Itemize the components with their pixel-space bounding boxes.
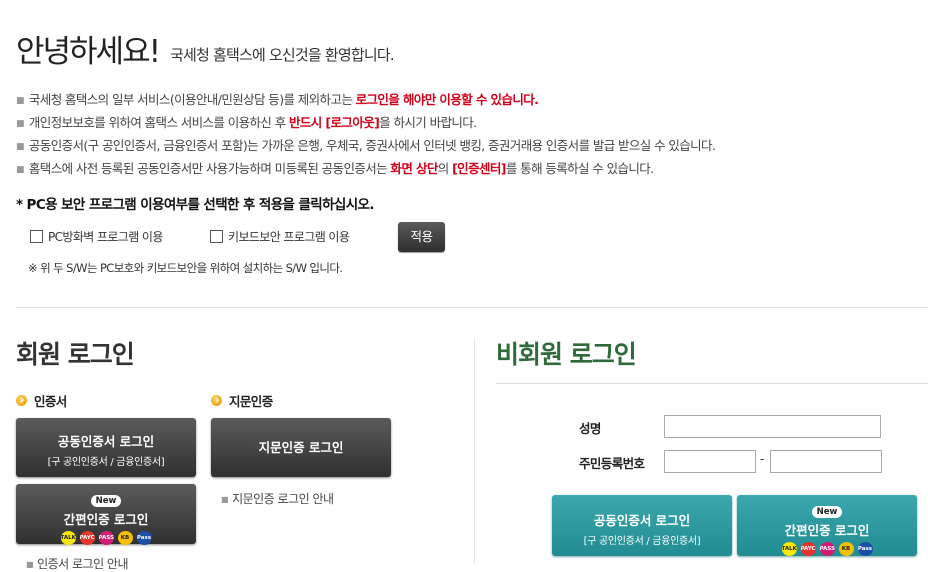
payco-icon: PAYCO xyxy=(79,531,95,545)
kakao-icon: TALK xyxy=(60,531,76,545)
guest-login-title: 비회원 로그인 xyxy=(496,340,637,369)
auth-provider-icons: TALK PAYCO PASS KB Pass xyxy=(16,531,196,545)
rrn-front-input[interactable] xyxy=(664,450,756,473)
pass-icon: PASS xyxy=(819,542,835,556)
new-badge: New xyxy=(90,495,122,507)
column-divider xyxy=(474,338,475,564)
name-label: 성명 xyxy=(579,421,601,436)
rrn-separator: - xyxy=(760,452,765,466)
firewall-checkbox[interactable] xyxy=(30,230,43,243)
security-instruction: * PC용 보안 프로그램 이용여부를 선택한 후 적용을 클릭하십시오. xyxy=(16,197,374,213)
name-input[interactable] xyxy=(664,415,881,438)
bullet-icon: ■ xyxy=(26,560,34,569)
kb-icon: KB xyxy=(117,531,133,545)
security-note: ※ 위 두 S/W는 PC보호와 키보드보안을 위하여 설치하는 S/W 입니다… xyxy=(28,261,343,275)
bullet-icon: ■ xyxy=(16,142,24,152)
page-title: 안녕하세요! xyxy=(16,34,161,70)
guest-cert-login-button[interactable]: 공동인증서 로그인 [구 공인인증서 / 금융인증서] xyxy=(552,495,732,556)
keyboard-security-checkbox[interactable] xyxy=(210,230,223,243)
section-divider xyxy=(16,307,928,308)
member-simple-login-button[interactable]: New 간편인증 로그인 TALK PAYCO PASS KB Pass xyxy=(16,484,196,545)
rrn-label: 주민등록번호 xyxy=(579,456,645,471)
page-subtitle: 국세청 홈택스에 오신것을 환영합니다. xyxy=(170,46,395,64)
notice-item: ■ 홈택스에 사전 등록된 공동인증서만 사용가능하며 미등록된 공동인증서는 화… xyxy=(16,161,654,176)
notice-list: ■ 국세청 홈택스의 일부 서비스(이용안내/민원상담 등)를 제외하고는 로그인… xyxy=(16,88,716,180)
firewall-label: PC방화벽 프로그램 이용 xyxy=(48,230,163,244)
bullet-icon: ■ xyxy=(16,96,24,106)
member-login-title: 회원 로그인 xyxy=(16,340,135,369)
bio-heading: 지문인증 xyxy=(211,391,273,410)
arrow-circle-icon xyxy=(211,395,222,406)
firewall-option[interactable]: PC방화벽 프로그램 이용 xyxy=(30,228,163,245)
kakao-icon: TALK xyxy=(781,542,797,556)
bullet-icon: ■ xyxy=(16,165,24,175)
samsung-pass-icon: Pass xyxy=(136,531,152,545)
keyboard-security-label: 키보드보안 프로그램 이용 xyxy=(228,230,350,244)
arrow-circle-icon xyxy=(16,395,27,406)
kb-icon: KB xyxy=(838,542,854,556)
new-badge: New xyxy=(811,506,843,518)
bio-login-guide-link[interactable]: ■ 지문인증 로그인 안내 xyxy=(221,490,334,507)
member-cert-login-button[interactable]: 공동인증서 로그인 [구 공인인증서 / 금융인증서] xyxy=(16,418,196,477)
guest-simple-login-button[interactable]: New 간편인증 로그인 TALK PAYCO PASS KB Pass xyxy=(737,495,917,556)
auth-provider-icons: TALK PAYCO PASS KB Pass xyxy=(737,542,917,556)
samsung-pass-icon: Pass xyxy=(857,542,873,556)
apply-button[interactable]: 적용 xyxy=(398,222,445,252)
guest-title-underline xyxy=(496,383,928,384)
bullet-icon: ■ xyxy=(16,119,24,129)
keyboard-security-option[interactable]: 키보드보안 프로그램 이용 xyxy=(210,228,350,245)
payco-icon: PAYCO xyxy=(800,542,816,556)
pass-icon: PASS xyxy=(98,531,114,545)
bullet-icon: ■ xyxy=(221,495,229,504)
rrn-back-input[interactable] xyxy=(770,450,882,473)
notice-item: ■ 공동인증서(구 공인인증서, 금융인증서 포함)는 가까운 은행, 우체국, … xyxy=(16,138,716,153)
member-bio-login-button[interactable]: 지문인증 로그인 xyxy=(211,418,391,477)
cert-heading: 인증서 xyxy=(16,391,67,410)
notice-item: ■ 개인정보보호를 위하여 홈택스 서비스를 이용하신 후 반드시 [로그아웃]을… xyxy=(16,115,477,130)
notice-item: ■ 국세청 홈택스의 일부 서비스(이용안내/민원상담 등)를 제외하고는 로그인… xyxy=(16,92,539,107)
